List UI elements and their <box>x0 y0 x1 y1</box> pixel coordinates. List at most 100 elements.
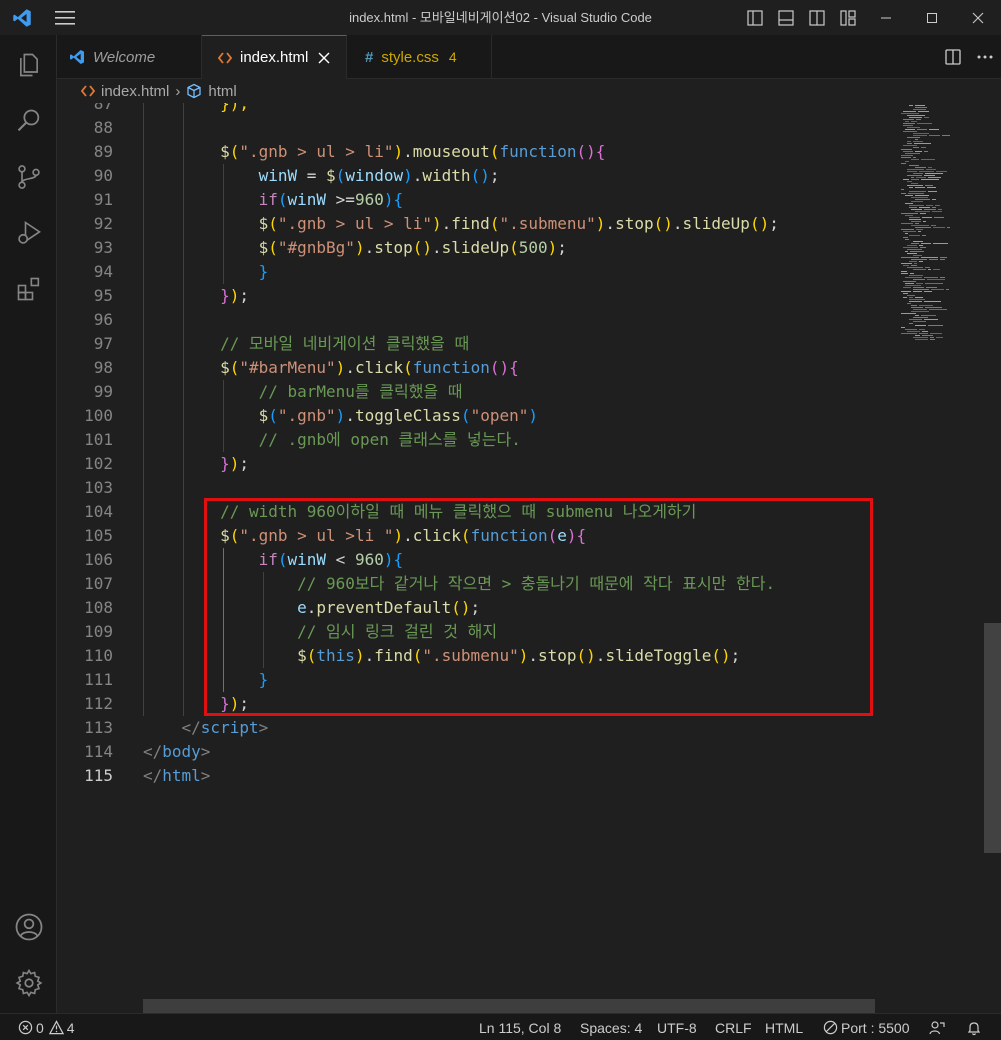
line-source: // .gnb에 open 클래스를 넣는다. <box>143 428 521 452</box>
accounts-icon[interactable] <box>0 899 57 955</box>
accounts-feedback-icon[interactable] <box>929 1014 945 1040</box>
code-token: // 모바일 네비게이션 클릭했을 때 <box>220 334 470 353</box>
code-token: ".gnb" <box>277 406 336 425</box>
encoding-status[interactable]: UTF-8 <box>657 1014 697 1040</box>
code-token: ; <box>769 214 779 233</box>
code-token: ( <box>229 358 240 377</box>
code-token: click <box>354 358 404 377</box>
symbol-element-icon <box>186 83 202 99</box>
minimap-line <box>919 333 928 334</box>
minimap-line <box>907 137 920 138</box>
hamburger-menu-icon[interactable] <box>44 0 86 35</box>
code-token: } <box>220 454 230 473</box>
minimap-line <box>915 105 925 106</box>
minimap-line <box>915 195 929 196</box>
maximize-icon[interactable] <box>909 0 955 35</box>
code-token: ) <box>229 286 240 305</box>
code-token: // barMenu를 클릭했을 때 <box>258 382 463 401</box>
cursor-position[interactable]: Ln 115, Col 8 <box>479 1014 561 1040</box>
notifications-bell-icon[interactable] <box>966 1014 982 1040</box>
minimize-icon[interactable] <box>863 0 909 35</box>
minimap-line <box>927 187 936 188</box>
line-number: 115 <box>84 766 113 785</box>
line-source <box>143 308 220 332</box>
settings-gear-icon[interactable] <box>0 955 57 1011</box>
breadcrumb-item-file[interactable]: index.html <box>101 83 169 100</box>
eol-status[interactable]: CRLF <box>715 1014 752 1040</box>
status-bar: 0 4 Ln 115, Col 8 Spaces: 4 UTF-8 CRLF H… <box>0 1013 1001 1040</box>
indentation-status[interactable]: Spaces: 4 <box>580 1014 642 1040</box>
code-token: ) <box>335 358 346 377</box>
code-token: $ <box>258 214 269 233</box>
minimap-line <box>903 237 908 238</box>
minimap-line <box>905 153 920 154</box>
extensions-icon[interactable] <box>0 261 57 317</box>
minimap-line <box>925 267 930 268</box>
breadcrumb-item-html[interactable]: html <box>208 83 236 100</box>
problems-status[interactable]: 0 4 <box>18 1014 75 1040</box>
code-line[interactable]: 114 </body> <box>57 740 897 764</box>
minimap-line <box>913 279 925 280</box>
minimap-line <box>915 199 930 200</box>
minimap-line <box>928 269 931 270</box>
minimap-line <box>930 337 934 338</box>
code-token: function <box>412 358 490 377</box>
minimap-line <box>915 315 919 316</box>
minimap-line <box>919 207 930 208</box>
customize-layout-icon[interactable] <box>832 0 863 35</box>
code-token: . <box>403 142 413 161</box>
minimap-line <box>911 183 918 184</box>
minimap-line <box>915 335 920 336</box>
minimap-line <box>933 227 945 228</box>
minimap-line <box>913 157 916 158</box>
minimap-line <box>901 273 908 274</box>
minimap[interactable] <box>897 103 987 1013</box>
minimap-line <box>928 191 937 192</box>
toggle-panel-icon[interactable] <box>770 0 801 35</box>
code-token: slideUp <box>682 214 750 233</box>
tab-style-css[interactable]: # style.css 4 <box>347 35 492 79</box>
search-icon[interactable] <box>0 93 57 149</box>
live-server-status[interactable]: Port : 5500 <box>823 1014 910 1040</box>
minimap-line <box>916 177 926 178</box>
toggle-primary-sidebar-icon[interactable] <box>739 0 770 35</box>
close-tab-icon[interactable] <box>318 52 330 64</box>
minimap-line <box>942 135 950 136</box>
run-and-debug-icon[interactable] <box>0 205 57 261</box>
tab-label: Welcome <box>93 48 156 66</box>
explorer-icon[interactable] <box>0 37 57 93</box>
minimap-line <box>901 193 906 194</box>
minimap-line <box>913 321 926 322</box>
vscode-logo-icon[interactable] <box>0 0 44 35</box>
minimap-line <box>907 127 920 128</box>
tab-welcome[interactable]: Welcome <box>57 35 202 79</box>
language-mode[interactable]: HTML <box>765 1014 803 1040</box>
tab-index-html[interactable]: index.html <box>202 35 347 79</box>
code-editor[interactable]: 87 }); 88 89 $(".gnb > ul > li").mouseout… <box>57 103 1001 1013</box>
minimap-line <box>925 185 933 186</box>
more-actions-icon[interactable] <box>969 35 1001 79</box>
source-control-icon[interactable] <box>0 149 57 205</box>
line-source: // barMenu를 클릭했을 때 <box>143 380 463 404</box>
minimap-line <box>909 217 920 218</box>
toggle-secondary-sidebar-icon[interactable] <box>801 0 832 35</box>
minimap-line <box>917 129 927 130</box>
vertical-scrollbar[interactable] <box>984 623 1001 853</box>
code-token: if <box>258 190 278 209</box>
horizontal-scrollbar[interactable] <box>143 999 875 1013</box>
code-token: $ <box>220 358 230 377</box>
minimap-line <box>915 107 927 108</box>
close-window-icon[interactable] <box>955 0 1001 35</box>
code-line[interactable]: 113 </script> <box>57 716 897 740</box>
minimap-line <box>925 307 942 308</box>
code-token: </ <box>181 718 201 737</box>
css-file-icon: # <box>365 48 374 66</box>
code-token: slideUp <box>441 238 510 257</box>
split-editor-icon[interactable] <box>937 35 969 79</box>
minimap-line <box>909 297 913 298</box>
line-number: 92 <box>93 214 113 233</box>
minimap-line <box>918 111 929 112</box>
code-line[interactable]: 115 </html> <box>57 764 897 788</box>
